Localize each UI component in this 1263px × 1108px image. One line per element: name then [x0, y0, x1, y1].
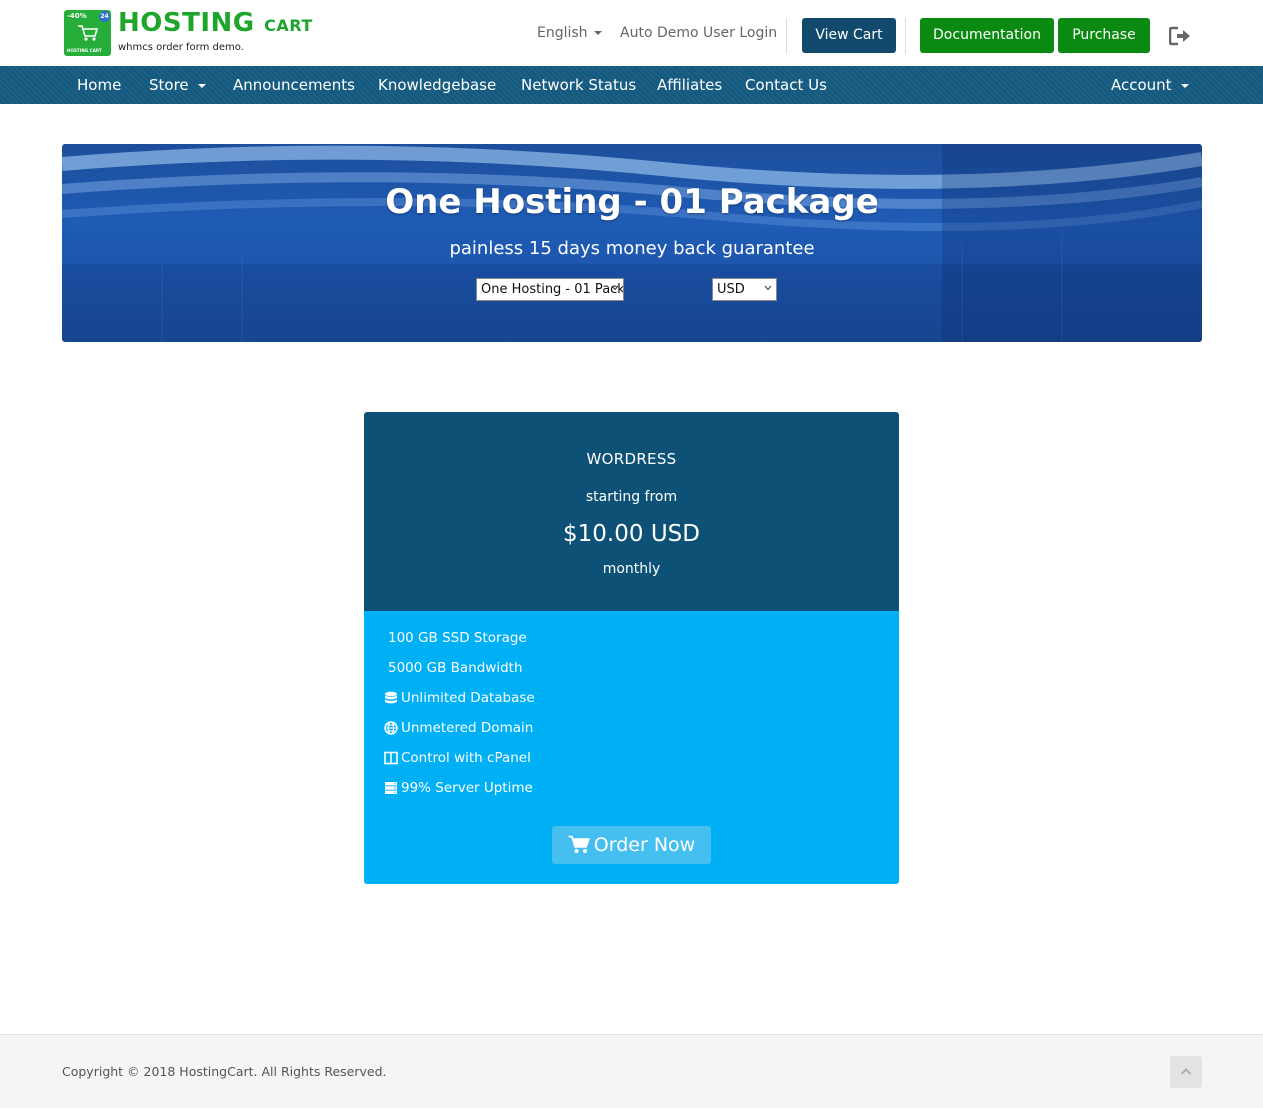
chevron-down-icon: [764, 285, 772, 291]
globe-icon: [384, 721, 398, 735]
server-icon: [385, 782, 397, 794]
feature-text: Unlimited Database: [401, 690, 535, 706]
nav-announcements[interactable]: Announcements: [233, 66, 355, 104]
plan-name: WORDRESS: [586, 450, 677, 468]
feature-item: Unlimited Database: [384, 688, 535, 708]
pricing-card-header: WORDRESS starting from $10.00 USD monthl…: [364, 412, 899, 611]
nav-account[interactable]: Account: [1111, 66, 1189, 104]
header-actions: English Auto Demo User Login View Cart D…: [0, 18, 1263, 54]
shopping-cart-icon: [568, 835, 590, 853]
feature-text: 100 GB SSD Storage: [388, 630, 527, 646]
page-title: One Hosting - 01 Package: [385, 182, 879, 222]
demo-login-link[interactable]: Auto Demo User Login: [620, 25, 777, 41]
language-dropdown[interactable]: English: [537, 25, 602, 41]
divider: [786, 18, 787, 54]
language-label: English: [537, 25, 588, 41]
product-group-select[interactable]: One Hosting - 01 Package: [476, 278, 624, 301]
feature-item: 99% Server Uptime: [384, 778, 533, 798]
divider: [905, 18, 906, 54]
sign-out-icon[interactable]: [1169, 26, 1191, 46]
feature-text: Control with cPanel: [401, 750, 531, 766]
product-group-value: One Hosting - 01 Package: [481, 282, 624, 297]
order-now-label: Order Now: [593, 834, 696, 856]
nav-account-label: Account: [1111, 76, 1172, 94]
database-icon: [385, 691, 397, 704]
chevron-down-icon: [197, 83, 206, 88]
pricing-card-features: 100 GB SSD Storage 5000 GB Bandwidth Unl…: [364, 611, 899, 884]
back-to-top-button[interactable]: [1170, 1056, 1202, 1088]
chevron-down-icon: [1180, 83, 1189, 88]
purchase-button[interactable]: Purchase: [1058, 18, 1150, 53]
order-now-button[interactable]: Order Now: [552, 826, 711, 864]
page-subtitle: painless 15 days money back guarantee: [449, 238, 815, 259]
top-header: -40% 24 HOSTING CART HOSTING CART whmcs …: [0, 0, 1263, 66]
feature-item: Control with cPanel: [384, 748, 531, 768]
plan-billing-cycle: monthly: [602, 561, 661, 577]
nav-store-label: Store: [149, 76, 189, 94]
feature-item: 100 GB SSD Storage: [388, 628, 527, 648]
currency-value: USD: [717, 282, 745, 297]
hero-banner: One Hosting - 01 Package painless 15 day…: [62, 144, 1202, 342]
nav-knowledgebase[interactable]: Knowledgebase: [378, 66, 496, 104]
main-navigation: Home Store Announcements Knowledgebase N…: [0, 66, 1263, 104]
nav-contact-us[interactable]: Contact Us: [745, 66, 827, 104]
plan-starting-from: starting from: [585, 489, 678, 505]
currency-select[interactable]: USD: [712, 278, 777, 301]
nav-network-status[interactable]: Network Status: [521, 66, 636, 104]
nav-store[interactable]: Store: [149, 66, 206, 104]
feature-text: Unmetered Domain: [401, 720, 534, 736]
feature-item: 5000 GB Bandwidth: [388, 658, 523, 678]
chevron-down-icon: [593, 31, 602, 35]
copyright-text: Copyright © 2018 HostingCart. All Rights…: [62, 1064, 387, 1079]
feature-text: 99% Server Uptime: [401, 780, 533, 796]
feature-text: 5000 GB Bandwidth: [388, 660, 523, 676]
chevron-down-icon: [611, 285, 619, 291]
plan-price: $10.00 USD: [563, 521, 700, 547]
nav-home[interactable]: Home: [77, 66, 121, 104]
view-cart-button[interactable]: View Cart: [802, 18, 896, 53]
pricing-card: WORDRESS starting from $10.00 USD monthl…: [364, 412, 899, 884]
feature-item: Unmetered Domain: [384, 718, 533, 738]
columns-icon: [384, 751, 398, 765]
chevron-up-icon: [1180, 1068, 1192, 1075]
nav-affiliates[interactable]: Affiliates: [657, 66, 722, 104]
page-footer: Copyright © 2018 HostingCart. All Rights…: [0, 1034, 1263, 1108]
documentation-button[interactable]: Documentation: [920, 18, 1054, 53]
